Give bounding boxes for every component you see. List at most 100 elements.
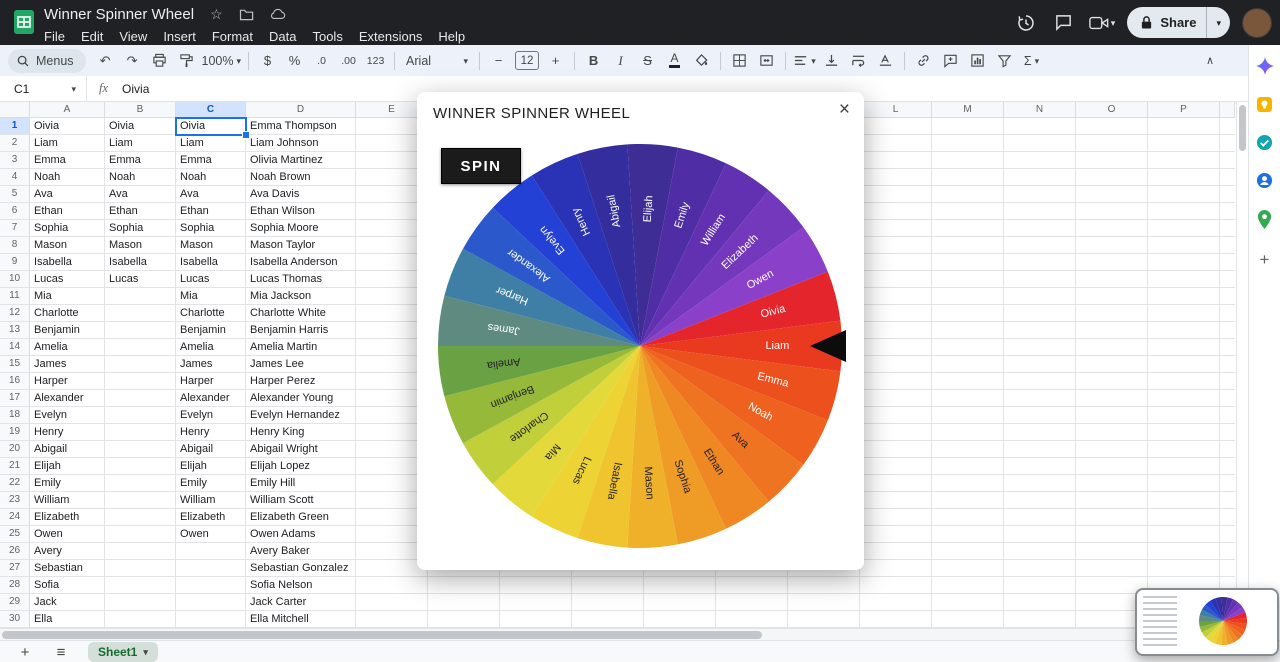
cell[interactable]: Amelia	[176, 339, 246, 356]
format-percent-button[interactable]: %	[281, 49, 308, 73]
row-header[interactable]: 17	[0, 390, 30, 407]
cell[interactable]: Abigail	[176, 441, 246, 458]
undo-button[interactable]: ↶	[92, 49, 119, 73]
text-rotation-button[interactable]	[872, 49, 899, 73]
formula-input[interactable]: Oivia	[122, 82, 149, 96]
cell[interactable]: Ava	[105, 186, 176, 203]
cell[interactable]: Isabella Anderson	[246, 254, 356, 271]
cell[interactable]: James Lee	[246, 356, 356, 373]
column-header-partial[interactable]	[1220, 101, 1235, 118]
cell[interactable]: Elijah	[30, 458, 105, 475]
cell[interactable]: Lucas	[176, 271, 246, 288]
cell[interactable]	[176, 560, 246, 577]
cell[interactable]: Isabella	[105, 254, 176, 271]
row-header[interactable]: 30	[0, 611, 30, 628]
name-box[interactable]: C1 ▾	[0, 82, 86, 96]
text-wrap-button[interactable]	[845, 49, 872, 73]
cell[interactable]: Abigail Wright	[246, 441, 356, 458]
cell[interactable]: Charlotte	[176, 305, 246, 322]
collapse-toolbar-button[interactable]: ∧	[1206, 54, 1214, 67]
horizontal-scrollbar-thumb[interactable]	[2, 631, 762, 639]
column-header-a[interactable]: A	[30, 101, 105, 118]
cell[interactable]: Sofia	[30, 577, 105, 594]
meet-button[interactable]: ▾	[1089, 15, 1115, 31]
row-header[interactable]: 7	[0, 220, 30, 237]
cell[interactable]: Ava	[176, 186, 246, 203]
cell[interactable]: Ava	[30, 186, 105, 203]
column-header-o[interactable]: O	[1076, 101, 1148, 118]
cell[interactable]: Lucas	[105, 271, 176, 288]
cell[interactable]: Mason Taylor	[246, 237, 356, 254]
cell[interactable]: Alexander Young	[246, 390, 356, 407]
menu-help[interactable]: Help	[430, 26, 473, 47]
cell[interactable]: William	[176, 492, 246, 509]
cell[interactable]: Ethan	[105, 203, 176, 220]
cell[interactable]: Lucas	[30, 271, 105, 288]
cell[interactable]	[356, 594, 428, 611]
cell[interactable]: Liam	[105, 135, 176, 152]
merge-cells-button[interactable]	[753, 49, 780, 73]
cell[interactable]: Emma Thompson	[246, 118, 356, 135]
cell[interactable]: Noah	[105, 169, 176, 186]
row-header[interactable]: 16	[0, 373, 30, 390]
insert-comment-button[interactable]	[937, 49, 964, 73]
menu-format[interactable]: Format	[204, 26, 261, 47]
star-icon[interactable]: ☆	[210, 7, 223, 21]
cell[interactable]: Emily	[30, 475, 105, 492]
gemini-icon[interactable]	[1255, 57, 1274, 75]
row-header[interactable]: 1	[0, 118, 30, 135]
row-header[interactable]: 5	[0, 186, 30, 203]
sheets-logo-icon[interactable]	[13, 9, 37, 35]
comments-button[interactable]	[1051, 10, 1077, 36]
cell[interactable]: Oivia	[30, 118, 105, 135]
cell[interactable]: Amelia	[30, 339, 105, 356]
cloud-status-icon[interactable]	[270, 8, 286, 20]
increase-font-size-button[interactable]: +	[542, 49, 569, 73]
row-header[interactable]: 20	[0, 441, 30, 458]
grid-right-area[interactable]	[860, 118, 1235, 628]
row-header[interactable]: 12	[0, 305, 30, 322]
cell[interactable]: Harper	[176, 373, 246, 390]
row-header[interactable]: 15	[0, 356, 30, 373]
cell[interactable]: Sophia	[105, 220, 176, 237]
cell[interactable]: Ella Mitchell	[246, 611, 356, 628]
cell[interactable]: Liam	[176, 135, 246, 152]
cell[interactable]: Harper Perez	[246, 373, 356, 390]
cell[interactable]: Noah Brown	[246, 169, 356, 186]
cell[interactable]: William	[30, 492, 105, 509]
cell[interactable]	[356, 577, 428, 594]
cell[interactable]: Elizabeth	[176, 509, 246, 526]
share-button[interactable]: Share ▾	[1127, 7, 1230, 38]
account-avatar[interactable]	[1242, 7, 1272, 38]
cell[interactable]	[105, 475, 176, 492]
select-all-corner[interactable]	[0, 101, 30, 118]
cell[interactable]: Ethan	[30, 203, 105, 220]
row-header[interactable]: 10	[0, 271, 30, 288]
contacts-icon[interactable]	[1256, 172, 1273, 189]
cell[interactable]: Benjamin	[30, 322, 105, 339]
row-header[interactable]: 14	[0, 339, 30, 356]
cell[interactable]: Owen	[30, 526, 105, 543]
cell[interactable]: Jack Carter	[246, 594, 356, 611]
cell[interactable]	[105, 322, 176, 339]
cell[interactable]	[105, 594, 176, 611]
share-dropdown-icon[interactable]: ▾	[1207, 18, 1230, 28]
cell[interactable]: Isabella	[176, 254, 246, 271]
cell[interactable]: Harper	[30, 373, 105, 390]
format-currency-button[interactable]: $	[254, 49, 281, 73]
cell[interactable]	[176, 543, 246, 560]
cell[interactable]: Ella	[30, 611, 105, 628]
cell[interactable]: Alexander	[176, 390, 246, 407]
cell[interactable]	[176, 594, 246, 611]
cell[interactable]	[105, 305, 176, 322]
cell[interactable]: Ethan Wilson	[246, 203, 356, 220]
cell[interactable]: Sophia	[176, 220, 246, 237]
redo-button[interactable]: ↷	[119, 49, 146, 73]
fill-color-button[interactable]	[688, 49, 715, 73]
strikethrough-button[interactable]: S	[634, 49, 661, 73]
horizontal-align-button[interactable]: ▾	[791, 49, 818, 73]
cell[interactable]: Noah	[176, 169, 246, 186]
row-header[interactable]: 11	[0, 288, 30, 305]
cell[interactable]	[105, 526, 176, 543]
cell[interactable]: Mason	[30, 237, 105, 254]
